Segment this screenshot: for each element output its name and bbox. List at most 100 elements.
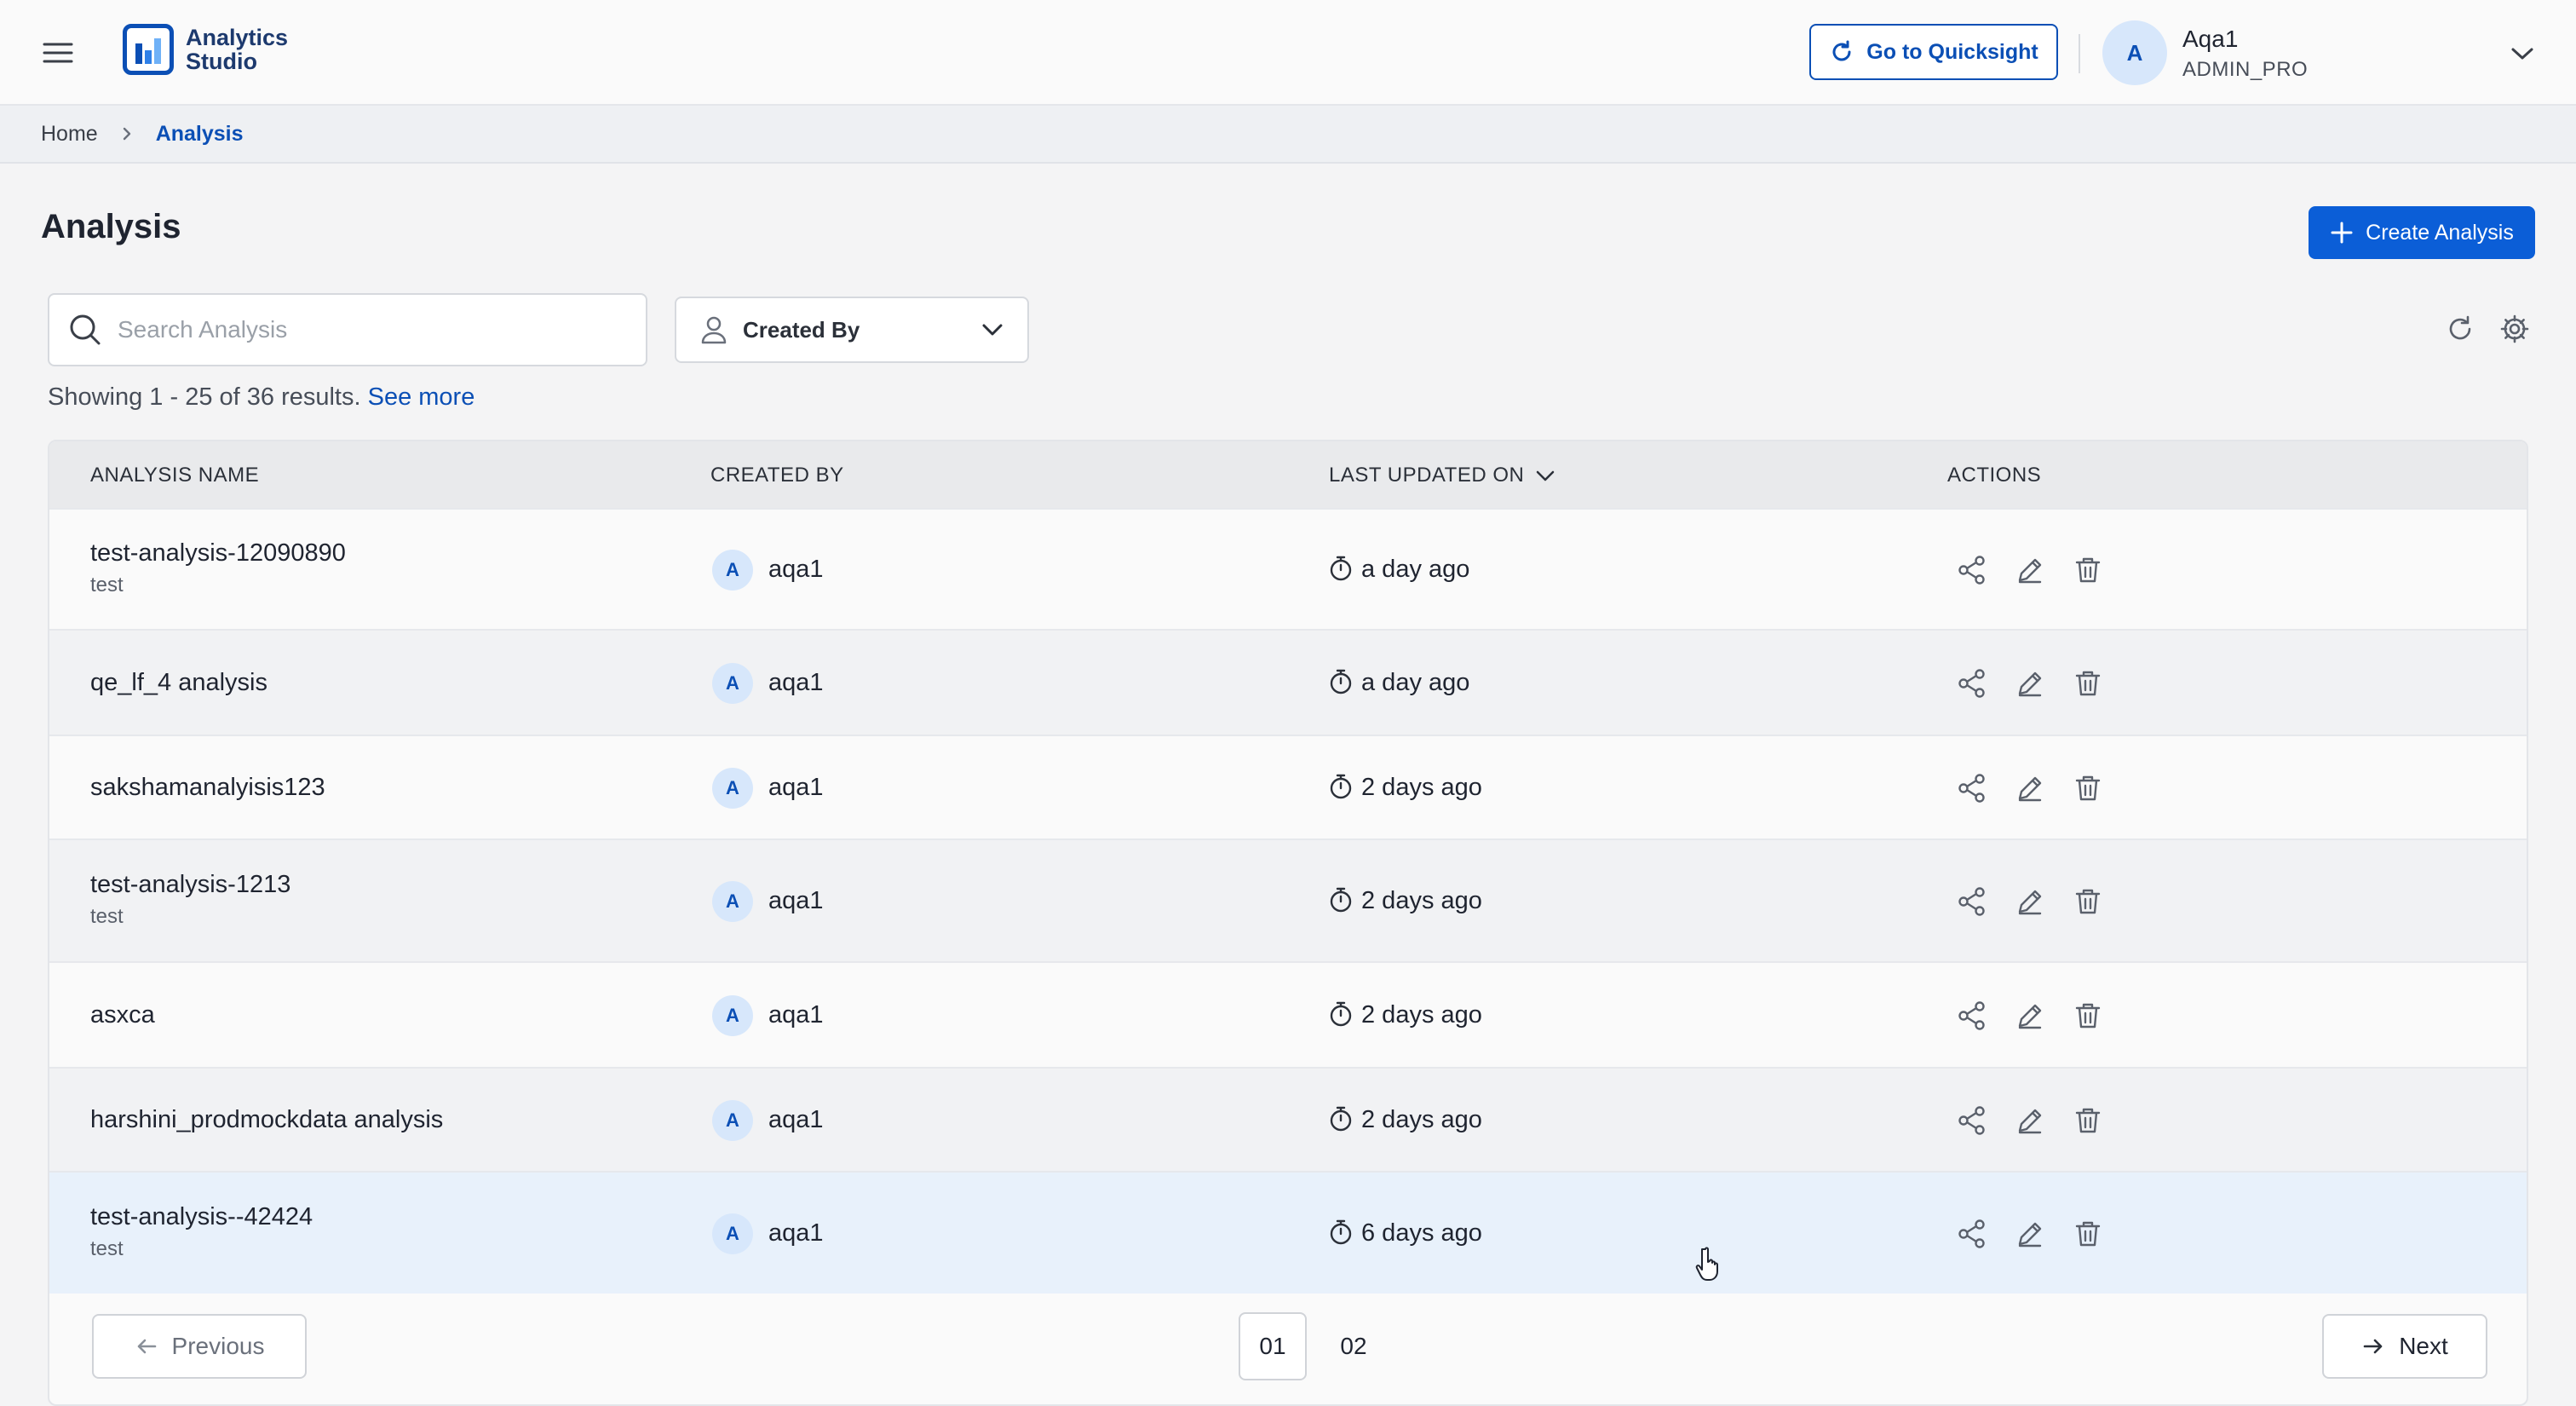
- search-icon: [70, 314, 101, 345]
- analysis-table: ANALYSIS NAME CREATED BY LAST UPDATED ON…: [48, 440, 2528, 1406]
- search-input[interactable]: [118, 316, 595, 343]
- delete-trash-icon[interactable]: [2072, 554, 2104, 586]
- column-header-actions: ACTIONS: [1947, 464, 2042, 487]
- share-icon[interactable]: [1956, 772, 1988, 804]
- analysis-description: test: [90, 573, 124, 596]
- create-analysis-label: Create Analysis: [2366, 220, 2514, 245]
- edit-pencil-icon[interactable]: [2014, 1218, 2046, 1250]
- creator-name: aqa1: [768, 1219, 824, 1247]
- analysis-description: test: [90, 1237, 124, 1260]
- user-name: Aqa1: [2182, 26, 2239, 52]
- timer-icon: [1327, 668, 1354, 695]
- timer-icon: [1327, 1105, 1354, 1132]
- last-updated-text: a day ago: [1361, 669, 1470, 696]
- header-divider: [2079, 34, 2080, 73]
- table-row[interactable]: test-analysis-12090890 test Aaqa1 a day ago: [49, 508, 2527, 629]
- refresh-icon[interactable]: [2445, 314, 2475, 344]
- creator-name: aqa1: [768, 774, 824, 801]
- chevron-down-icon: [982, 324, 1003, 336]
- share-icon[interactable]: [1956, 885, 1988, 918]
- last-updated-text: 2 days ago: [1361, 1106, 1482, 1133]
- results-summary: Showing 1 - 25 of 36 results. See more: [48, 383, 474, 412]
- delete-trash-icon[interactable]: [2072, 667, 2104, 700]
- see-more-link[interactable]: See more: [368, 383, 475, 411]
- last-updated-text: 2 days ago: [1361, 887, 1482, 914]
- previous-button[interactable]: Previous: [92, 1314, 307, 1379]
- creator-avatar: A: [712, 768, 753, 809]
- timer-icon: [1327, 886, 1354, 913]
- analysis-name-link[interactable]: test-analysis--42424: [90, 1203, 313, 1231]
- share-icon[interactable]: [1956, 1104, 1988, 1137]
- go-to-quicksight-button[interactable]: Go to Quicksight: [1809, 24, 2058, 80]
- delete-trash-icon[interactable]: [2072, 1104, 2104, 1137]
- analysis-description: test: [90, 905, 124, 928]
- last-updated-text: 6 days ago: [1361, 1219, 1482, 1247]
- timer-icon: [1327, 1000, 1354, 1028]
- created-by-label: Created By: [743, 316, 860, 343]
- table-row[interactable]: test-analysis--42424 test Aaqa1 6 days ago: [49, 1171, 2527, 1294]
- column-header-created-by[interactable]: CREATED BY: [710, 464, 844, 487]
- delete-trash-icon[interactable]: [2072, 772, 2104, 804]
- analytics-logo-icon: [123, 24, 174, 75]
- next-button[interactable]: Next: [2322, 1314, 2487, 1379]
- created-by-filter[interactable]: Created By: [675, 297, 1029, 363]
- analysis-name-link[interactable]: test-analysis-1213: [90, 871, 290, 899]
- page-number-current[interactable]: 01: [1239, 1312, 1307, 1380]
- edit-pencil-icon[interactable]: [2014, 1104, 2046, 1137]
- edit-pencil-icon[interactable]: [2014, 772, 2046, 804]
- share-icon[interactable]: [1956, 1000, 1988, 1032]
- analysis-name-link[interactable]: test-analysis-12090890: [90, 539, 346, 568]
- creator-avatar: A: [712, 550, 753, 591]
- creator-avatar: A: [712, 995, 753, 1036]
- edit-pencil-icon[interactable]: [2014, 554, 2046, 586]
- person-icon: [701, 316, 727, 344]
- chevron-down-icon[interactable]: [2508, 39, 2537, 68]
- last-updated-text: 2 days ago: [1361, 1001, 1482, 1029]
- creator-name: aqa1: [768, 1001, 824, 1029]
- analysis-name-link[interactable]: sakshamanalyisis123: [90, 774, 325, 802]
- analysis-name-link[interactable]: asxca: [90, 1001, 155, 1029]
- table-row[interactable]: qe_lf_4 analysis Aaqa1 a day ago: [49, 629, 2527, 735]
- timer-icon: [1327, 1219, 1354, 1246]
- column-header-last-updated[interactable]: LAST UPDATED ON: [1329, 464, 1556, 487]
- user-avatar[interactable]: A: [2102, 20, 2167, 85]
- previous-label: Previous: [171, 1333, 265, 1359]
- table-row[interactable]: asxca Aaqa1 2 days ago: [49, 961, 2527, 1067]
- hamburger-menu-icon[interactable]: [41, 36, 75, 70]
- share-icon[interactable]: [1956, 667, 1988, 700]
- column-header-name[interactable]: ANALYSIS NAME: [90, 464, 259, 487]
- analysis-name-link[interactable]: qe_lf_4 analysis: [90, 669, 267, 697]
- logo-text-line2: Studio: [186, 49, 257, 74]
- creator-avatar: A: [712, 881, 753, 922]
- chevron-right-icon: [123, 127, 130, 141]
- edit-pencil-icon[interactable]: [2014, 667, 2046, 700]
- table-row[interactable]: sakshamanalyisis123 Aaqa1 2 days ago: [49, 735, 2527, 838]
- timer-icon: [1327, 555, 1354, 582]
- settings-gear-icon[interactable]: [2499, 314, 2530, 344]
- delete-trash-icon[interactable]: [2072, 1218, 2104, 1250]
- sort-chevron-down-icon: [1537, 470, 1555, 481]
- arrow-right-icon: [2363, 1339, 2383, 1354]
- edit-pencil-icon[interactable]: [2014, 1000, 2046, 1032]
- last-updated-text: a day ago: [1361, 556, 1470, 583]
- search-box: [48, 293, 647, 366]
- delete-trash-icon[interactable]: [2072, 1000, 2104, 1032]
- create-analysis-button[interactable]: Create Analysis: [2309, 206, 2535, 259]
- top-header: Analytics Studio Go to Quicksight A Aqa1…: [0, 0, 2576, 106]
- breadcrumb-home[interactable]: Home: [41, 122, 98, 147]
- delete-trash-icon[interactable]: [2072, 885, 2104, 918]
- share-icon[interactable]: [1956, 1218, 1988, 1250]
- page-number[interactable]: 02: [1324, 1312, 1383, 1380]
- refresh-link-icon: [1832, 40, 1851, 61]
- table-row[interactable]: harshini_prodmockdata analysis Aaqa1 2 day…: [49, 1067, 2527, 1171]
- analysis-name-link[interactable]: harshini_prodmockdata analysis: [90, 1106, 443, 1134]
- hand-cursor-icon: [1695, 1246, 1724, 1283]
- arrow-left-icon: [137, 1339, 156, 1354]
- share-icon[interactable]: [1956, 554, 1988, 586]
- creator-avatar: A: [712, 1100, 753, 1141]
- breadcrumb: Home Analysis: [0, 106, 2576, 164]
- edit-pencil-icon[interactable]: [2014, 885, 2046, 918]
- page-title: Analysis: [41, 208, 181, 245]
- app-logo[interactable]: Analytics Studio: [123, 24, 288, 75]
- table-row[interactable]: test-analysis-1213 test Aaqa1 2 days ago: [49, 838, 2527, 961]
